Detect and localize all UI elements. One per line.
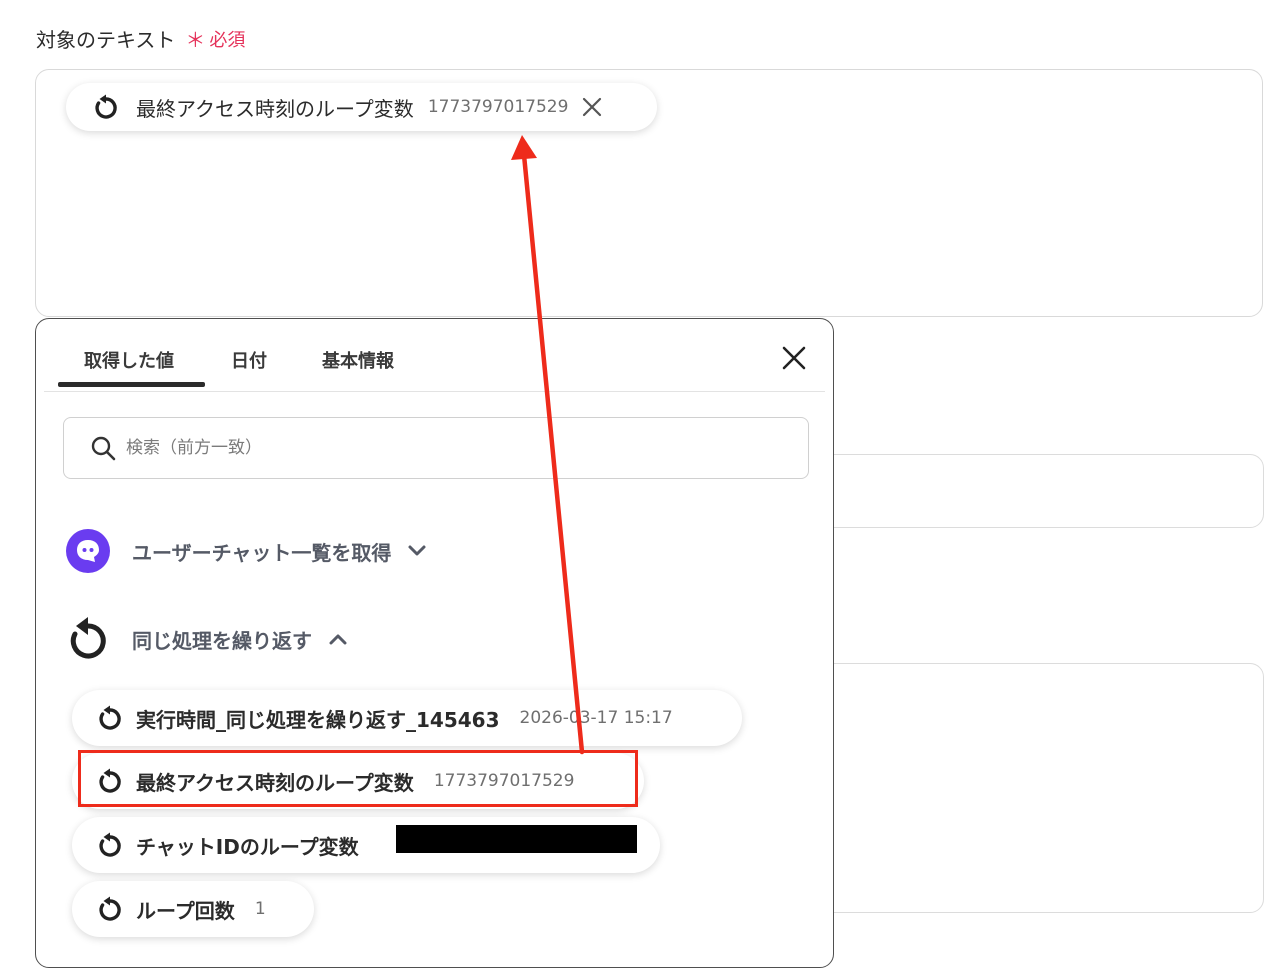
variable-name: 実行時間_同じ処理を繰り返す_145463 — [136, 707, 500, 732]
variable-name: チャットIDのループ変数 — [136, 834, 359, 859]
tab-bar: 取得した値 日付 基本情報 — [44, 319, 825, 392]
variable-name: ループ回数 — [136, 898, 235, 923]
variable-value: 2026-03-17 15:17 — [519, 708, 673, 728]
tab-retrieved-values[interactable]: 取得した値 — [84, 347, 174, 373]
active-tab-indicator — [58, 382, 205, 387]
variable-item[interactable]: 実行時間_同じ処理を繰り返す_145463 2026-03-17 15:17 — [72, 690, 742, 746]
loop-icon — [66, 615, 110, 663]
field-label: 対象のテキスト ＊ 必須 — [36, 24, 245, 53]
group-title: ユーザーチャット一覧を取得 — [132, 540, 392, 565]
chip-name: 最終アクセス時刻のループ変数 — [136, 96, 414, 121]
close-icon[interactable] — [582, 97, 602, 117]
search-box — [63, 417, 809, 479]
tab-date[interactable]: 日付 — [231, 347, 267, 373]
loop-icon — [96, 831, 124, 859]
tab-basic-info[interactable]: 基本情報 — [322, 347, 394, 373]
group-user-chat-list[interactable]: ユーザーチャット一覧を取得 — [66, 529, 427, 573]
background-field[interactable] — [820, 663, 1264, 913]
close-icon[interactable] — [779, 343, 809, 373]
selected-variable-chip[interactable]: 最終アクセス時刻のループ変数 1773797017529 — [66, 83, 657, 131]
variable-item[interactable]: ループ回数 1 — [72, 881, 314, 937]
required-text: 必須 — [209, 29, 246, 51]
chip-value: 1773797017529 — [427, 97, 569, 117]
search-input[interactable] — [124, 437, 728, 459]
group-title: 同じ処理を繰り返す — [132, 628, 312, 653]
chevron-up-icon[interactable] — [328, 632, 348, 646]
field-label-text: 対象のテキスト — [36, 28, 176, 52]
chat-app-icon — [66, 529, 110, 573]
loop-icon — [96, 704, 124, 732]
loop-icon — [92, 93, 120, 121]
background-field[interactable] — [820, 454, 1264, 528]
group-loop[interactable]: 同じ処理を繰り返す — [66, 615, 348, 663]
redacted-value — [396, 825, 637, 853]
required-indicator: ＊ 必須 — [185, 24, 245, 53]
loop-icon — [96, 895, 124, 923]
required-mark: ＊ — [185, 28, 206, 52]
chevron-down-icon[interactable] — [407, 544, 427, 558]
search-icon — [90, 435, 116, 461]
variable-value: 1 — [254, 899, 266, 919]
annotation-highlight-box — [78, 750, 638, 807]
